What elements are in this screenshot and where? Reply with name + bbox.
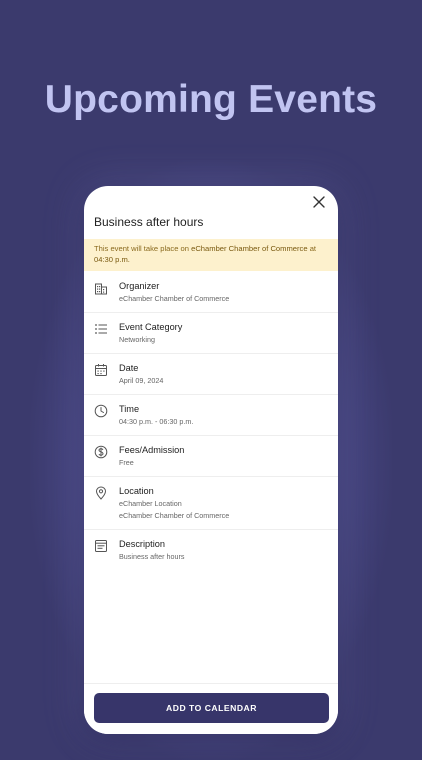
notice-prefix: This event will take place on	[94, 244, 192, 253]
notice-banner: This event will take place on eChamber C…	[84, 239, 338, 271]
detail-label: Description	[119, 539, 165, 549]
detail-value: eChamber Location	[119, 499, 182, 508]
detail-row-organizer: Organizer eChamber Chamber of Commerce	[84, 272, 338, 313]
list-icon	[95, 324, 107, 334]
detail-row-location: Location eChamber Location eChamber Cham…	[84, 477, 338, 530]
notice-organizer: eChamber Chamber of Commerce	[191, 244, 308, 253]
notice-middle: at	[307, 244, 317, 253]
location-pin-icon	[95, 486, 107, 500]
add-to-calendar-button[interactable]: ADD TO CALENDAR	[94, 693, 329, 723]
clock-icon	[94, 404, 108, 418]
detail-value: Free	[119, 458, 134, 467]
detail-label: Organizer	[119, 281, 160, 291]
dollar-icon	[94, 445, 108, 459]
modal-title: Business after hours	[94, 215, 204, 229]
calendar-icon	[95, 364, 107, 376]
event-details-modal: Business after hours This event will tak…	[84, 186, 338, 734]
detail-label: Event Category	[119, 322, 183, 332]
detail-value: Networking	[119, 335, 155, 344]
detail-row-time: Time 04:30 p.m. - 06:30 p.m.	[84, 395, 338, 436]
detail-row-description: Description Business after hours	[84, 530, 338, 571]
detail-value-secondary: eChamber Chamber of Commerce	[119, 511, 230, 520]
detail-row-event-category: Event Category Networking	[84, 313, 338, 354]
detail-value: 04:30 p.m. - 06:30 p.m.	[119, 417, 194, 426]
document-icon	[95, 540, 107, 552]
detail-label: Time	[119, 404, 140, 414]
detail-value: Business after hours	[119, 552, 185, 561]
detail-label: Date	[119, 363, 139, 373]
detail-label: Location	[119, 486, 154, 496]
close-button[interactable]	[309, 192, 329, 212]
detail-value: April 09, 2024	[119, 376, 164, 385]
modal-footer: ADD TO CALENDAR	[84, 683, 338, 734]
hero-title: Upcoming Events	[44, 78, 378, 121]
notice-time: 04:30 p.m.	[94, 255, 130, 264]
detail-value: eChamber Chamber of Commerce	[119, 294, 230, 303]
detail-row-fees: Fees/Admission Free	[84, 436, 338, 477]
detail-label: Fees/Admission	[119, 445, 185, 455]
building-icon	[95, 283, 107, 295]
close-icon	[313, 196, 325, 208]
details-list: Organizer eChamber Chamber of Commerce E…	[84, 272, 338, 571]
detail-row-date: Date April 09, 2024	[84, 354, 338, 395]
